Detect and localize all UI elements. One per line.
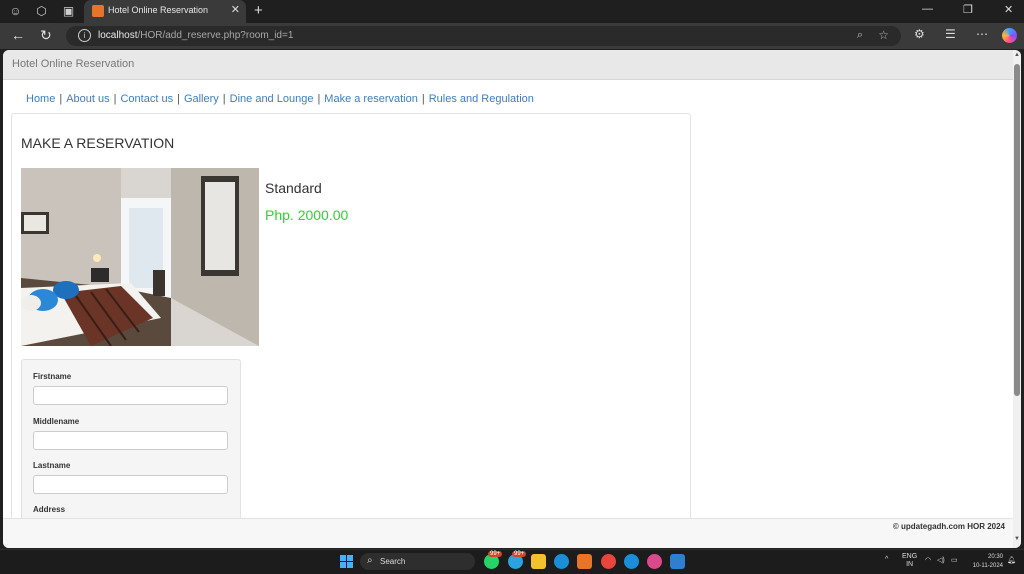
close-tab-icon[interactable]: ✕ — [231, 3, 240, 16]
file-explorer-icon[interactable] — [531, 554, 546, 569]
favorites-icon[interactable]: ☰ — [945, 27, 956, 41]
room-price: Php. 2000.00 — [265, 207, 349, 223]
nav-dine-and-lounge[interactable]: Dine and Lounge — [230, 93, 314, 105]
browser-toolbar: ← ↻ i localhost/HOR/add_reserve.php?room… — [0, 23, 1024, 49]
site-brand[interactable]: Hotel Online Reservation — [12, 58, 134, 70]
footer-copyright: © updategadh.com HOR 2024 — [892, 522, 1005, 531]
language-indicator[interactable]: ENG IN — [902, 553, 917, 569]
nav-about-us[interactable]: About us — [66, 93, 109, 105]
zoom-icon[interactable]: ⌕ — [857, 29, 863, 42]
page-title: MAKE A RESERVATION — [21, 135, 175, 151]
clock-date: 10-11-2024 — [972, 563, 1003, 569]
new-tab-icon[interactable]: + — [254, 2, 263, 19]
edge-icon[interactable] — [554, 554, 569, 569]
more-options-icon[interactable]: ⋯ — [976, 27, 988, 41]
minimize-icon[interactable]: — — [922, 3, 933, 15]
nav-gallery[interactable]: Gallery — [184, 93, 219, 105]
xampp-icon[interactable] — [577, 554, 592, 569]
scrollbar-thumb[interactable] — [1014, 64, 1020, 396]
scroll-down-icon[interactable]: ▼ — [1014, 536, 1020, 542]
volume-icon[interactable]: ◁) — [937, 556, 945, 564]
url-path: /HOR/add_reserve.php?room_id=1 — [137, 30, 294, 41]
tab-title: Hotel Online Reservation — [108, 5, 209, 15]
tab-actions-icon[interactable]: ▣ — [61, 4, 76, 19]
profile-avatar-icon[interactable]: ☺ — [8, 4, 23, 19]
nav-make-reservation[interactable]: Make a reservation — [324, 93, 418, 105]
site-footer: © updategadh.com HOR 2024 — [3, 518, 1013, 548]
address-label: Address — [33, 505, 66, 514]
search-icon: ⌕ — [367, 555, 373, 566]
lastname-label: Lastname — [33, 461, 71, 470]
refresh-icon[interactable]: ↻ — [40, 27, 52, 44]
nav-separator: | — [421, 93, 425, 105]
middlename-input[interactable] — [33, 431, 228, 450]
extensions-icon[interactable]: ⚙ — [914, 27, 925, 41]
room-name: Standard — [265, 180, 322, 196]
lastname-input[interactable] — [33, 475, 228, 494]
windows-start-icon[interactable] — [340, 555, 353, 568]
nav-separator: | — [222, 93, 226, 105]
workspaces-icon[interactable]: ⬡ — [34, 4, 49, 19]
nav-separator: | — [317, 93, 321, 105]
windows-taskbar: ⌕ Search 99+ 99+ ^ ENG IN ◠ ◁) ▭ 20:30 10-… — [0, 549, 1024, 574]
nav-separator: | — [113, 93, 117, 105]
back-icon[interactable]: ← — [11, 27, 25, 43]
chrome-profile-icon[interactable] — [647, 554, 662, 569]
battery-icon[interactable]: ▭ — [951, 556, 958, 564]
site-nav: Home | About us | Contact us | Gallery | Dine an… — [26, 93, 534, 105]
taskbar-clock[interactable]: 20:30 10-11-2024 — [967, 553, 1003, 571]
url-host: localhost — [98, 30, 138, 41]
room-photo — [21, 168, 259, 346]
page-viewport: Hotel Online Reservation Home | About us | C… — [3, 50, 1021, 548]
nav-separator: | — [177, 93, 180, 105]
site-header: Hotel Online Reservation — [3, 50, 1013, 80]
copilot-icon[interactable] — [1002, 28, 1017, 43]
taskbar-search-label: Search — [380, 557, 406, 566]
restore-icon[interactable]: ❐ — [963, 3, 973, 16]
vscode-icon[interactable] — [670, 554, 685, 569]
nav-home[interactable]: Home — [26, 93, 55, 105]
scroll-up-icon[interactable]: ▲ — [1014, 52, 1020, 58]
wifi-icon[interactable]: ◠ — [925, 556, 931, 564]
language-top: ENG — [902, 553, 918, 560]
site-info-icon[interactable]: i — [78, 29, 91, 42]
whatsapp-badge: 99+ — [488, 551, 503, 557]
nav-separator: | — [59, 93, 63, 105]
favicon-icon — [92, 5, 104, 17]
notification-bell-icon[interactable]: 🔔︎ — [1007, 556, 1016, 564]
address-url[interactable]: localhost/HOR/add_reserve.php?room_id=1 — [98, 30, 293, 41]
tray-overflow-icon[interactable]: ^ — [885, 556, 888, 563]
nav-rules-and-regulation[interactable]: Rules and Regulation — [429, 93, 534, 105]
telegram-badge: 99+ — [512, 551, 527, 557]
reservation-panel: MAKE A RESERVATION Standard Php. 2000.00… — [11, 113, 691, 548]
nav-contact-us[interactable]: Contact us — [120, 93, 173, 105]
browser-tab[interactable]: Hotel Online Reservation ✕ — [84, 0, 246, 23]
favorite-star-icon[interactable]: ☆ — [878, 28, 889, 42]
address-bar[interactable]: i localhost/HOR/add_reserve.php?room_id=… — [66, 26, 901, 46]
chrome-icon[interactable] — [601, 554, 616, 569]
edge-profile-icon[interactable] — [624, 554, 639, 569]
close-window-icon[interactable]: ✕ — [1004, 3, 1013, 16]
clock-time: 20:30 — [987, 554, 1003, 560]
firstname-input[interactable] — [33, 386, 228, 405]
middlename-label: Middlename — [33, 417, 80, 426]
browser-tab-bar: ☺ ⬡ ▣ Hotel Online Reservation ✕ + — ❐ ✕ — [0, 0, 1024, 23]
page-scrollbar[interactable]: ▲ ▼ — [1013, 50, 1021, 548]
language-bottom: IN — [906, 561, 914, 568]
firstname-label: Firstname — [33, 372, 72, 381]
taskbar-search[interactable]: ⌕ Search — [360, 553, 475, 570]
